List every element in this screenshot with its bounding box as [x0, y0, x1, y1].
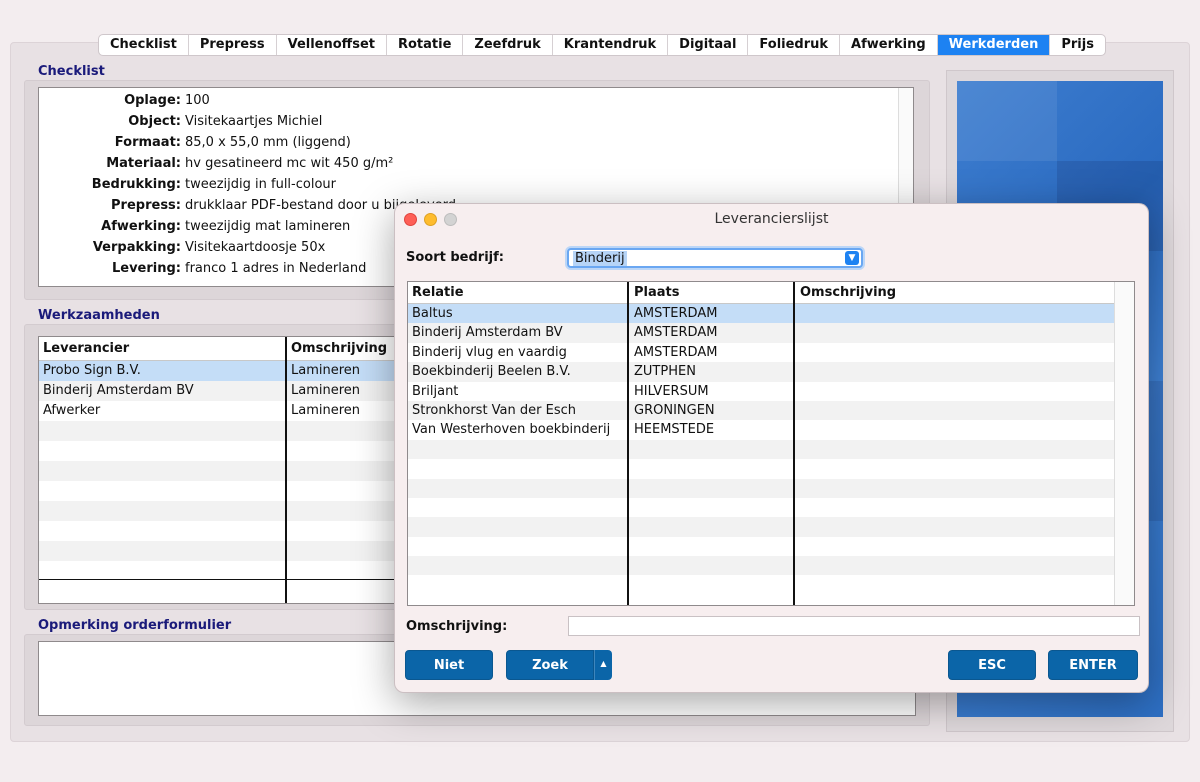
table-row[interactable]: Stronkhorst Van der Esch GRONINGEN: [408, 400, 1134, 421]
checklist-label: Object:: [128, 114, 181, 129]
table-row: [408, 517, 1134, 537]
dialog-title: Leverancierslijst: [714, 211, 829, 227]
leveranciers-scrollbar[interactable]: [1114, 282, 1134, 605]
table-row[interactable]: Briljant HILVERSUM: [408, 382, 1134, 401]
checklist-label: Verpakking:: [92, 240, 181, 255]
enter-button[interactable]: ENTER: [1048, 650, 1138, 680]
checklist-row: Materiaal: hv gesatineerd mc wit 450 g/m²: [39, 153, 913, 174]
cell-relatie: Boekbinderij Beelen B.V.: [412, 364, 571, 380]
table-row: [408, 439, 1134, 460]
werkzaamheden-title: Werkzaamheden: [38, 308, 160, 323]
chevron-down-icon[interactable]: ▼: [845, 251, 859, 265]
cell-plaats: HEEMSTEDE: [634, 422, 715, 438]
niet-button[interactable]: Niet: [405, 650, 493, 680]
tab-foliedruk[interactable]: Foliedruk: [748, 35, 841, 55]
cell-relatie: Binderij vlug en vaardig: [412, 344, 567, 360]
cell-plaats: AMSTERDAM: [634, 325, 718, 341]
soort-bedrijf-select[interactable]: Binderij ▼: [567, 248, 863, 268]
checklist-value: 85,0 x 55,0 mm (liggend): [185, 135, 351, 150]
soort-bedrijf-value: Binderij: [573, 251, 627, 266]
tab-krantendruk[interactable]: Krantendruk: [553, 35, 669, 55]
checklist-label: Afwerking:: [101, 219, 181, 234]
cell-omschrijving: [794, 382, 1114, 401]
cell-relatie: Binderij Amsterdam BV: [412, 325, 563, 341]
cell-leverancier: Afwerker: [43, 403, 101, 418]
opmerking-title: Opmerking orderformulier: [38, 618, 232, 633]
cell-relatie: Baltus: [412, 306, 453, 321]
checklist-value: Visitekaartdoosje 50x: [185, 240, 326, 255]
tab-checklist[interactable]: Checklist: [99, 35, 189, 55]
cell-plaats: HILVERSUM: [634, 383, 709, 399]
checklist-value: franco 1 adres in Nederland: [185, 261, 367, 276]
checklist-label: Levering:: [111, 261, 181, 276]
col-omschrijving-dialog[interactable]: Omschrijving: [794, 282, 1114, 303]
tab-werkderden[interactable]: Werkderden: [937, 35, 1051, 55]
table-row[interactable]: Boekbinderij Beelen B.V. ZUTPHEN: [408, 362, 1134, 382]
cell-plaats: AMSTERDAM: [634, 306, 718, 321]
cell-plaats: ZUTPHEN: [634, 364, 696, 380]
table-row[interactable]: Binderij Amsterdam BV AMSTERDAM: [408, 323, 1134, 343]
cell-omschrijving: [794, 362, 1114, 381]
tab-rotatie[interactable]: Rotatie: [387, 35, 464, 55]
cell-relatie: Briljant: [412, 383, 459, 399]
cell-relatie: Stronkhorst Van der Esch: [412, 402, 576, 418]
tab-bar: Checklist Prepress Vellenoffset Rotatie Zeef…: [98, 34, 1106, 56]
col-relatie[interactable]: Relatie: [408, 282, 628, 303]
column-divider: [793, 282, 795, 605]
table-row[interactable]: Binderij vlug en vaardig AMSTERDAM: [408, 343, 1134, 362]
checklist-value: tweezijdig mat lamineren: [185, 219, 351, 234]
checklist-value: 100: [185, 93, 210, 108]
checklist-label: Prepress:: [111, 198, 181, 213]
checklist-label: Oplage:: [124, 93, 181, 108]
checklist-label: Materiaal:: [106, 156, 181, 171]
zoek-dropdown-icon[interactable]: ▲: [594, 650, 612, 680]
table-row: [408, 537, 1134, 556]
table-row[interactable]: Van Westerhoven boekbinderij HEEMSTEDE: [408, 420, 1134, 439]
cell-omschrijving: [794, 401, 1114, 420]
leverancierslijst-dialog: Leverancierslijst Soort bedrijf: Binderi…: [394, 203, 1149, 693]
table-row: [408, 498, 1134, 517]
cell-plaats: AMSTERDAM: [634, 344, 718, 360]
table-row: [408, 478, 1134, 498]
checklist-value: Visitekaartjes Michiel: [185, 114, 323, 129]
cell-leverancier: Binderij Amsterdam BV: [43, 383, 194, 398]
table-row: [408, 459, 1134, 478]
cell-omschrijving: [794, 420, 1114, 439]
checklist-row: Oplage: 100: [39, 90, 913, 111]
soort-bedrijf-label: Soort bedrijf:: [406, 250, 504, 265]
checklist-row: Bedrukking: tweezijdig in full-colour: [39, 174, 913, 195]
tab-afwerking[interactable]: Afwerking: [840, 35, 938, 55]
checklist-label: Formaat:: [114, 135, 181, 150]
tab-vellenoffset[interactable]: Vellenoffset: [277, 35, 387, 55]
tab-zeefdruk[interactable]: Zeefdruk: [463, 35, 553, 55]
table-row[interactable]: Baltus AMSTERDAM: [408, 304, 1134, 324]
checklist-row: Object: Visitekaartjes Michiel: [39, 111, 913, 132]
col-leverancier[interactable]: Leverancier: [39, 337, 285, 360]
table-row: [408, 556, 1134, 576]
zoek-button[interactable]: Zoek: [506, 650, 594, 680]
table-row: [408, 575, 1134, 594]
col-plaats[interactable]: Plaats: [628, 282, 794, 303]
cell-plaats: GRONINGEN: [634, 402, 715, 418]
cell-omschrijving: [794, 304, 1114, 323]
tab-digitaal[interactable]: Digitaal: [668, 35, 749, 55]
cell-leverancier: Probo Sign B.V.: [43, 363, 141, 378]
omschrijving-label: Omschrijving:: [406, 619, 508, 634]
checklist-title: Checklist: [38, 64, 105, 79]
tab-prepress[interactable]: Prepress: [189, 35, 277, 55]
checklist-value: hv gesatineerd mc wit 450 g/m²: [185, 156, 394, 171]
checklist-row: Formaat: 85,0 x 55,0 mm (liggend): [39, 132, 913, 153]
column-divider: [627, 282, 629, 605]
column-divider: [285, 337, 287, 603]
cell-omschrijving: [794, 343, 1114, 362]
checklist-value: tweezijdig in full-colour: [185, 177, 336, 192]
leveranciers-header: Relatie Plaats Omschrijving: [408, 282, 1134, 304]
omschrijving-input[interactable]: [568, 616, 1140, 636]
checklist-label: Bedrukking:: [91, 177, 181, 192]
esc-button[interactable]: ESC: [948, 650, 1036, 680]
cell-omschrijving: [794, 323, 1114, 342]
tab-prijs[interactable]: Prijs: [1050, 35, 1105, 55]
leveranciers-table: Relatie Plaats Omschrijving Baltus AMSTER…: [407, 281, 1135, 606]
cell-relatie: Van Westerhoven boekbinderij: [412, 422, 611, 438]
